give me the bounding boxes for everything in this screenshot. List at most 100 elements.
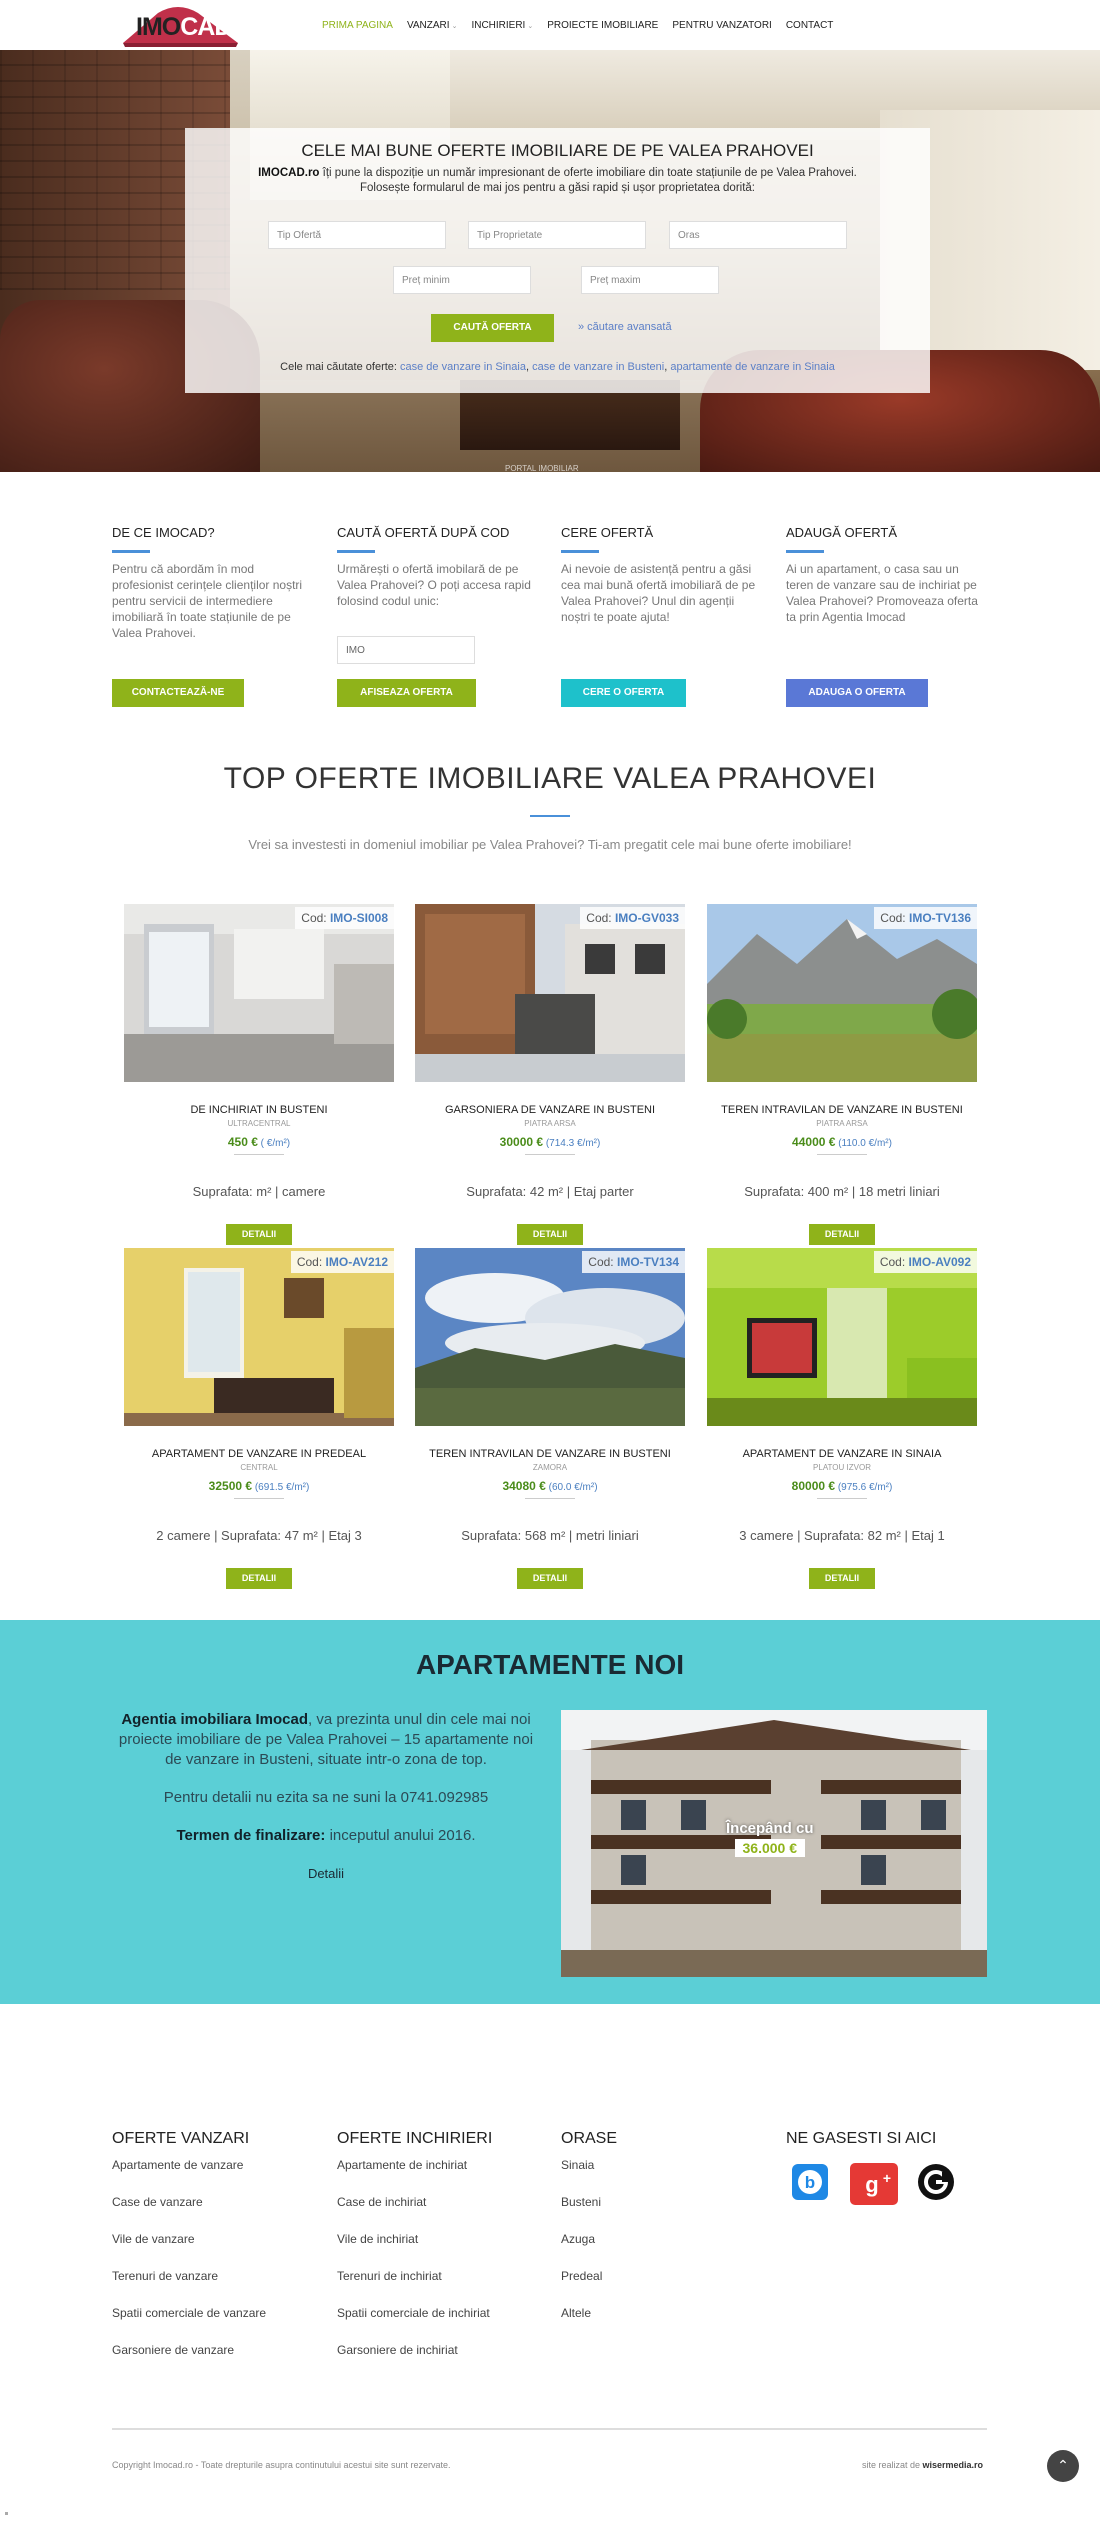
footer-title: NE GASESTI SI AICI <box>786 2130 937 2147</box>
footer-link[interactable]: Vile de inchiriat <box>337 2232 537 2269</box>
info-title: CERE OFERTĂ <box>561 525 654 540</box>
footer-link[interactable]: Apartamente de inchiriat <box>337 2158 537 2195</box>
details-button[interactable]: DETALII <box>517 1568 583 1589</box>
details-button[interactable]: DETALII <box>809 1224 875 1245</box>
offer-card[interactable]: Cod: IMO-GV033 GARSONIERA DE VANZARE IN … <box>415 904 685 1249</box>
offer-code-input[interactable]: IMO <box>337 636 475 664</box>
price-badge: Începând cu 36.000 € <box>726 1820 814 1857</box>
google-plus-icon[interactable]: g + <box>850 2163 898 2205</box>
new-apartments-photo[interactable]: Începând cu 36.000 € <box>561 1710 987 1977</box>
offer-title[interactable]: DE INCHIRIAT IN BUSTENI <box>124 1104 394 1116</box>
footer-link[interactable]: Apartamente de vanzare <box>112 2158 312 2195</box>
copyright: Copyright Imocad.ro - Toate drepturile a… <box>112 2460 451 2470</box>
pret-minim-input[interactable]: Preț minim <box>393 266 531 294</box>
offer-card[interactable]: Cod: IMO-AV092 APARTAMENT DE VANZARE IN … <box>707 1248 977 1593</box>
offer-photo[interactable] <box>415 1248 685 1426</box>
oras-select[interactable]: Oras <box>669 221 847 249</box>
footer-oferte-inchirieri: OFERTE INCHIRIERI Apartamente de inchiri… <box>337 2130 537 2380</box>
offer-photo[interactable] <box>415 904 685 1082</box>
nav-contact[interactable]: CONTACT <box>786 20 834 31</box>
footer-link[interactable]: Case de inchiriat <box>337 2195 537 2232</box>
offer-photo[interactable] <box>124 904 394 1082</box>
details-button[interactable]: DETALII <box>809 1568 875 1589</box>
offer-card[interactable]: Cod: IMO-SI008 DE INCHIRIAT IN BUSTENI U… <box>124 904 394 1249</box>
logo-part-1: IMO <box>136 13 181 41</box>
footer-link[interactable]: Case de vanzare <box>112 2195 312 2232</box>
hero-description: IMOCAD.ro îți pune la dispoziție un numă… <box>258 167 857 194</box>
google-icon[interactable] <box>917 2163 955 2201</box>
chevron-down-icon: ⌄ <box>527 23 534 30</box>
add-offer-button[interactable]: ADAUGA O OFERTA <box>786 679 928 707</box>
offer-price: 450 € ( €/m²) <box>227 1135 291 1149</box>
footer-link[interactable]: Garsoniere de inchiriat <box>337 2343 537 2380</box>
svg-text:g: g <box>865 2172 878 2197</box>
credit: site realizat de wisermedia.ro <box>862 2460 984 2470</box>
footer-link[interactable]: Terenuri de vanzare <box>112 2269 312 2306</box>
contact-button[interactable]: CONTACTEAZĂ-NE <box>112 679 244 707</box>
footer-link[interactable]: Vile de vanzare <box>112 2232 312 2269</box>
offer-price: 30000 € (714.3 €/m²) <box>499 1135 601 1149</box>
credit-link[interactable]: wisermedia.ro <box>923 2460 984 2470</box>
footer-link[interactable]: Predeal <box>561 2269 761 2306</box>
offer-title[interactable]: APARTAMENT DE VANZARE IN PREDEAL <box>124 1448 394 1460</box>
offer-card[interactable]: Cod: IMO-TV136 TEREN INTRAVILAN DE VANZA… <box>707 904 977 1249</box>
footer-link[interactable]: Terenuri de inchiriat <box>337 2269 537 2306</box>
footer-link[interactable]: Spatii comerciale de inchiriat <box>337 2306 537 2343</box>
details-button[interactable]: DETALII <box>517 1224 583 1245</box>
new-apartments-section: APARTAMENTE NOI Agentia imobiliara Imoca… <box>0 1620 1100 2004</box>
offer-photo[interactable] <box>707 1248 977 1426</box>
offer-title[interactable]: TEREN INTRAVILAN DE VANZARE IN BUSTENI <box>707 1104 977 1116</box>
advanced-search-link[interactable]: » căutare avansată <box>578 321 672 333</box>
popular-searches: Cele mai căutate oferte: case de vanzare… <box>280 361 835 373</box>
new-apartments-title: APARTAMENTE NOI <box>415 1649 685 1680</box>
offer-zone: ZAMORA <box>532 1463 568 1472</box>
blogger-icon[interactable]: b <box>791 2163 829 2201</box>
popular-link[interactable]: case de vanzare in Busteni <box>532 361 664 373</box>
offer-photo[interactable] <box>124 1248 394 1426</box>
new-apartments-details-link[interactable]: Detalii <box>112 1864 540 1884</box>
request-offer-button[interactable]: CERE O OFERTA <box>561 679 686 707</box>
offer-code: Cod: IMO-AV212 <box>290 1251 394 1273</box>
popular-link[interactable]: case de vanzare in Sinaia <box>400 361 526 373</box>
offer-card[interactable]: Cod: IMO-TV134 TEREN INTRAVILAN DE VANZA… <box>415 1248 685 1593</box>
footer-link[interactable]: Spatii comerciale de vanzare <box>112 2306 312 2343</box>
popular-link[interactable]: apartamente de vanzare in Sinaia <box>670 361 835 373</box>
offer-title[interactable]: TEREN INTRAVILAN DE VANZARE IN BUSTENI <box>415 1448 685 1460</box>
footer-link[interactable]: Busteni <box>561 2195 761 2232</box>
pret-maxim-input[interactable]: Preț maxim <box>581 266 719 294</box>
offer-title[interactable]: APARTAMENT DE VANZARE IN SINAIA <box>707 1448 977 1460</box>
nav-pentru-vanzatori[interactable]: PENTRU VANZATORI <box>672 20 771 31</box>
footer-link[interactable]: Azuga <box>561 2232 761 2269</box>
offer-code: Cod: IMO-AV092 <box>873 1251 977 1273</box>
offer-zone: ULTRACENTRAL <box>227 1119 291 1128</box>
show-offer-button[interactable]: AFISEAZA OFERTA <box>337 679 476 707</box>
search-button[interactable]: CAUTĂ OFERTA <box>431 314 554 342</box>
details-button[interactable]: DETALII <box>226 1224 292 1245</box>
offer-code: Cod: IMO-GV033 <box>580 907 685 929</box>
offer-price: 80000 € (975.6 €/m²) <box>791 1479 893 1493</box>
logo[interactable]: IMOCAD <box>118 5 248 47</box>
scroll-top-button[interactable]: ⌃ <box>1047 2450 1079 2482</box>
info-title: CAUTĂ OFERTĂ DUPĂ COD <box>337 525 510 540</box>
tip-oferta-select[interactable]: Tip Ofertă <box>268 221 446 249</box>
footer-link[interactable]: Sinaia <box>561 2158 761 2195</box>
nav-vanzari[interactable]: VANZARI ⌄ <box>407 20 457 31</box>
offer-photo[interactable] <box>707 904 977 1082</box>
nav-prima-pagina[interactable]: PRIMA PAGINA <box>322 20 393 31</box>
footer-orase: ORASE Sinaia Busteni Azuga Predeal Altel… <box>561 2130 761 2343</box>
offer-price: 34080 € (60.0 €/m²) <box>502 1479 598 1493</box>
footer-link[interactable]: Garsoniere de vanzare <box>112 2343 312 2380</box>
details-button[interactable]: DETALII <box>226 1568 292 1589</box>
footer-link[interactable]: Altele <box>561 2306 761 2343</box>
footer-oferte-vanzari: OFERTE VANZARI Apartamente de vanzare Ca… <box>112 2130 312 2380</box>
nav-proiecte-imobiliare[interactable]: PROIECTE IMOBILIARE <box>547 20 658 31</box>
main-nav: PRIMA PAGINA VANZARI ⌄ INCHIRIERI ⌄ PROIEC… <box>322 20 833 31</box>
offer-card[interactable]: Cod: IMO-AV212 APARTAMENT DE VANZARE IN … <box>124 1248 394 1593</box>
hero-banner: CELE MAI BUNE OFERTE IMOBILIARE DE PE VA… <box>0 50 1100 472</box>
section-subtitle: Vrei sa investesti in domeniul imobiliar… <box>248 837 852 852</box>
logo-part-2: CAD <box>180 13 232 41</box>
offer-code: Cod: IMO-TV134 <box>582 1251 685 1273</box>
nav-inchirieri[interactable]: INCHIRIERI ⌄ <box>471 20 533 31</box>
tip-proprietate-select[interactable]: Tip Proprietate <box>468 221 646 249</box>
offer-title[interactable]: GARSONIERA DE VANZARE IN BUSTENI <box>415 1104 685 1116</box>
